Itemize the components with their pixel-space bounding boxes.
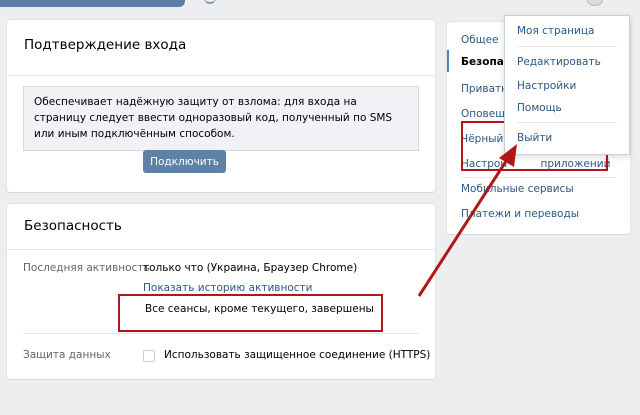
menu-item-security[interactable]: Безопас: [461, 56, 510, 68]
menu-item-payments[interactable]: Платежи и переводы: [461, 208, 579, 220]
menu-item-notifications[interactable]: Оповещ: [461, 108, 505, 120]
security-title: Безопасность: [24, 218, 122, 234]
bell-icon[interactable]: [204, 0, 216, 4]
menu-active-indicator: [447, 50, 449, 72]
login-confirm-title: Подтверждение входа: [24, 37, 187, 53]
search-bar[interactable]: [0, 0, 185, 7]
dropdown-settings[interactable]: Настройки: [517, 80, 576, 92]
menu-item-privacy[interactable]: Приватн: [461, 83, 508, 95]
last-activity-label: Последняя активность: [23, 262, 150, 274]
dropdown-my-page[interactable]: Моя страница: [517, 25, 594, 37]
dropdown-help[interactable]: Помощь: [517, 102, 562, 114]
card-divider: [7, 75, 435, 76]
last-activity-value: только что (Украина, Браузер Chrome): [143, 262, 358, 274]
row-divider: [23, 333, 419, 334]
top-bar: [0, 0, 640, 9]
dropdown-logout[interactable]: Выйти: [517, 132, 552, 144]
card-divider: [7, 249, 435, 250]
https-checkbox[interactable]: [143, 350, 155, 362]
show-history-link[interactable]: Показать историю активности: [143, 282, 312, 294]
login-confirm-description: Обеспечивает надёжную защиту от взлома: …: [23, 86, 419, 151]
user-avatar[interactable]: [587, 0, 603, 6]
menu-item-mobile[interactable]: Мобильные сервисы: [461, 183, 574, 195]
data-protection-label: Защита данных: [23, 349, 111, 361]
sessions-highlight-box: [118, 294, 383, 332]
dropdown-separator: [517, 122, 617, 123]
https-checkbox-label[interactable]: Использовать защищенное соединение (HTTP…: [164, 349, 430, 361]
login-confirm-card: Подтверждение входа Обеспечивает надёжну…: [7, 20, 435, 192]
connect-button[interactable]: Подключить: [143, 150, 226, 173]
security-card: Безопасность Последняя активность только…: [7, 204, 435, 379]
menu-item-general[interactable]: Общее: [461, 34, 499, 46]
profile-dropdown: Моя страница Редактировать Настройки Пом…: [504, 15, 630, 155]
menu-separator: [461, 177, 616, 178]
dropdown-edit[interactable]: Редактировать: [517, 56, 601, 68]
dropdown-separator: [517, 46, 617, 47]
